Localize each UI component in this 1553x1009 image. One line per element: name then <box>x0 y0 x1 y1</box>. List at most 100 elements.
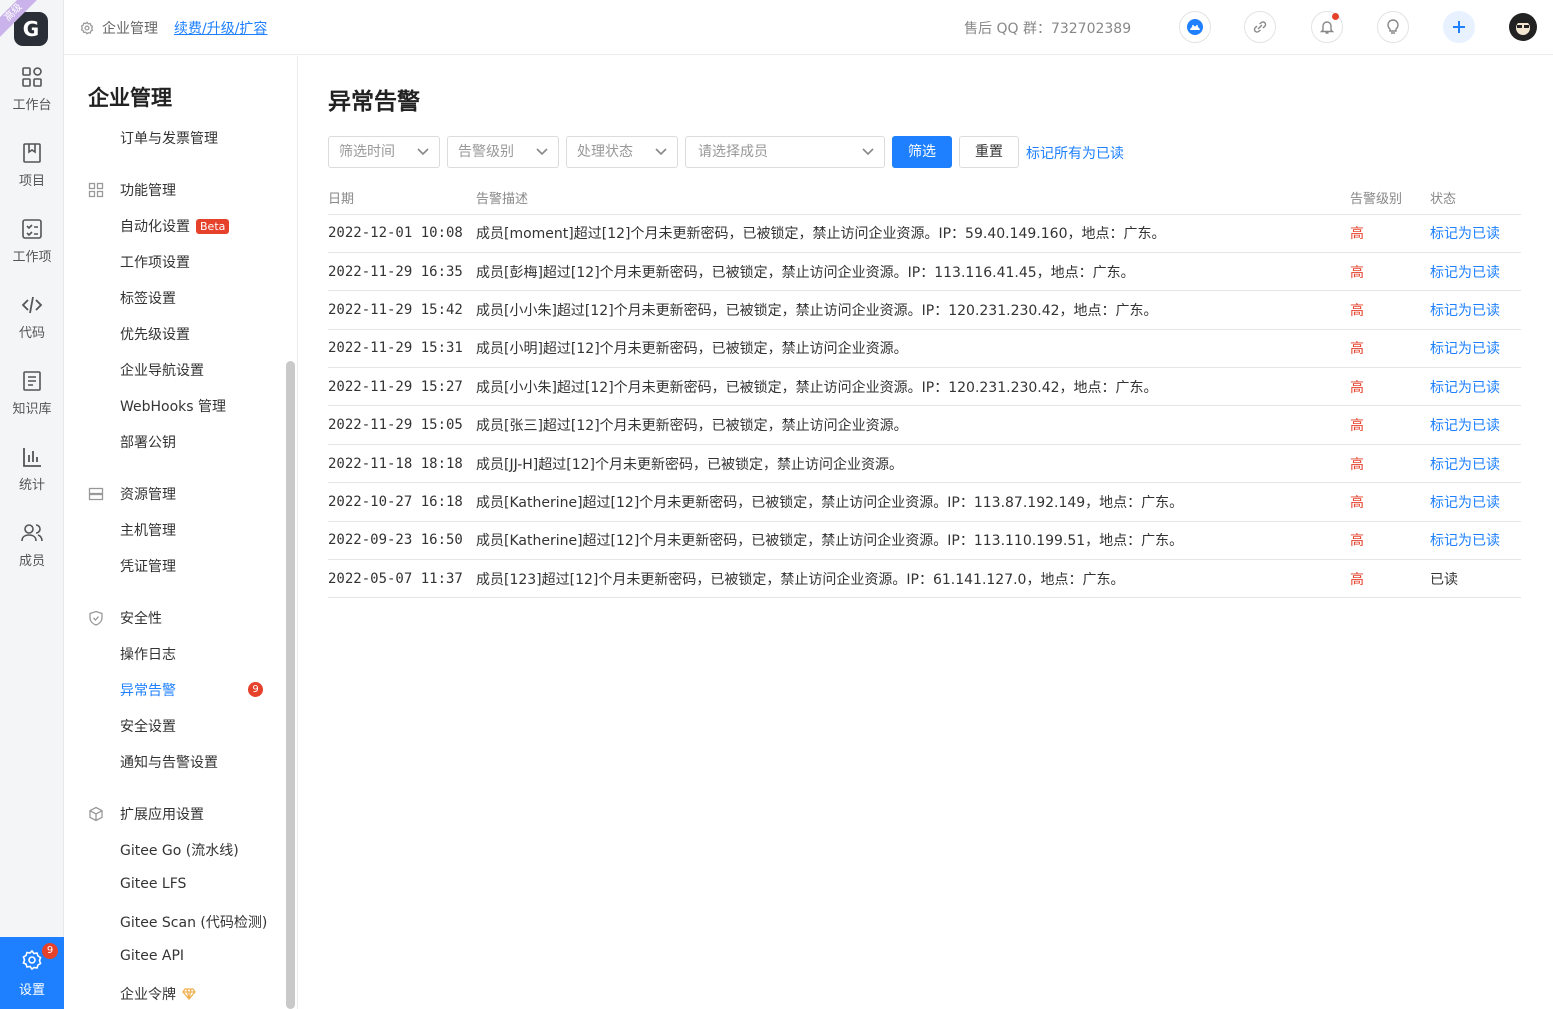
assistant-button[interactable] <box>1179 11 1211 43</box>
sidebar-item-security-settings[interactable]: 安全设置 <box>120 716 176 736</box>
rail-label: 项目 <box>18 174 45 189</box>
filter-button[interactable]: 筛选 <box>892 136 952 168</box>
alerts-table: 日期 告警描述 告警级别 状态 2022-12-01 10:08 成员[mome… <box>328 182 1521 599</box>
sidebar-item-hosts[interactable]: 主机管理 <box>120 520 176 540</box>
chevron-down-icon <box>536 148 548 156</box>
table-row: 2022-12-01 10:08 成员[moment]超过[12]个月未更新密码… <box>328 214 1521 253</box>
sidebar-item-op-logs[interactable]: 操作日志 <box>120 644 176 664</box>
table-row: 2022-11-18 18:18 成员[JJ-H]超过[12]个月未更新密码，已… <box>328 444 1521 484</box>
mark-read-link[interactable]: 标记为已读 <box>1430 367 1521 407</box>
table-row: 2022-05-07 11:37 成员[123]超过[12]个月未更新密码，已被… <box>328 559 1521 599</box>
sidebar-item-navigation[interactable]: 企业导航设置 <box>120 360 204 380</box>
rail-item-workbench[interactable]: 工作台 <box>0 66 64 126</box>
rail-label: 知识库 <box>12 402 52 417</box>
upgrade-link[interactable]: 续费/升级/扩容 <box>174 18 267 38</box>
gear-icon <box>80 21 94 35</box>
time-filter-select[interactable]: 筛选时间 <box>328 136 440 168</box>
chevron-down-icon <box>862 148 874 156</box>
alert-description: 成员[小小朱]超过[12]个月未更新密码，已被锁定，禁止访问企业资源。IP：12… <box>476 367 1350 407</box>
alert-date: 2022-11-29 15:31 <box>328 329 476 369</box>
sidebar-item-deploy-keys[interactable]: 部署公钥 <box>120 432 176 452</box>
mark-read-link[interactable]: 标记为已读 <box>1430 290 1521 330</box>
mark-read-link[interactable]: 标记为已读 <box>1430 252 1521 292</box>
sidebar-item-label: 企业令牌 <box>120 987 176 1003</box>
alert-level: 高 <box>1350 482 1430 522</box>
sidebar-item-notify[interactable]: 通知与告警设置 <box>120 752 218 772</box>
bar-chart-icon <box>23 448 41 467</box>
beta-badge: Beta <box>196 218 230 234</box>
sidebar-group-resources[interactable]: 资源管理 <box>88 484 176 504</box>
sidebar-item-workitem[interactable]: 工作项设置 <box>120 252 190 272</box>
rail-label: 工作项 <box>12 250 52 265</box>
gear-icon <box>22 949 42 971</box>
table-row: 2022-11-29 15:27 成员[小小朱]超过[12]个月未更新密码，已被… <box>328 367 1521 407</box>
notifications-button[interactable] <box>1311 11 1343 43</box>
sidebar-item-labels[interactable]: 标签设置 <box>120 288 176 308</box>
column-header-desc: 告警描述 <box>476 182 1350 215</box>
mark-read-link[interactable]: 标记为已读 <box>1430 521 1521 561</box>
sidebar-item-orders[interactable]: 订单与发票管理 <box>120 128 218 148</box>
rail-item-workitems[interactable]: 工作项 <box>0 218 64 278</box>
breadcrumb: 企业管理 续费/升级/扩容 <box>80 18 267 38</box>
rail-item-wiki[interactable]: 知识库 <box>0 370 64 430</box>
sidebar-item-automation[interactable]: 自动化设置 Beta <box>120 216 230 236</box>
rail-item-settings[interactable]: 设置 9 <box>0 937 64 1009</box>
link-button[interactable] <box>1244 11 1276 43</box>
sidebar-item-webhooks[interactable]: WebHooks 管理 <box>120 396 226 416</box>
code-icon <box>21 296 43 314</box>
create-button[interactable] <box>1443 11 1475 43</box>
sidebar-group-features[interactable]: 功能管理 <box>88 180 176 200</box>
alert-level: 高 <box>1350 290 1430 330</box>
reset-button[interactable]: 重置 <box>959 136 1019 168</box>
mark-read-link[interactable]: 标记为已读 <box>1430 329 1521 369</box>
chevron-down-icon <box>655 148 667 156</box>
rail-item-projects[interactable]: 项目 <box>0 142 64 202</box>
level-filter-select[interactable]: 告警级别 <box>447 136 559 168</box>
sidebar-item-alerts[interactable]: 异常告警 <box>120 680 176 700</box>
mark-read-link[interactable]: 标记为已读 <box>1430 405 1521 445</box>
lightbulb-icon <box>1387 19 1399 34</box>
sidebar-item-credentials[interactable]: 凭证管理 <box>120 556 176 576</box>
sidebar-item-token[interactable]: 企业令牌 <box>120 984 196 1004</box>
group-label: 功能管理 <box>120 183 176 199</box>
rail-item-code[interactable]: 代码 <box>0 294 64 354</box>
alert-level: 高 <box>1350 252 1430 292</box>
alert-description: 成员[Katherine]超过[12]个月未更新密码，已被锁定，禁止访问企业资源… <box>476 482 1350 522</box>
page-title: 异常告警 <box>328 89 420 115</box>
left-rail: G 高级 工作台 项目 工作项 代码 知识库 统计 成员 设置 9 <box>0 0 64 1009</box>
settings-sidebar: 企业管理 订单与发票管理 功能管理 自动化设置 Beta 工作项设置 标签设置 … <box>64 56 298 1009</box>
alert-date: 2022-09-23 16:50 <box>328 521 476 561</box>
rail-item-members[interactable]: 成员 <box>0 522 64 582</box>
sidebar-item-gitee-lfs[interactable]: Gitee LFS <box>120 876 186 892</box>
status-filter-select[interactable]: 处理状态 <box>566 136 678 168</box>
alert-description: 成员[moment]超过[12]个月未更新密码，已被锁定，禁止访问企业资源。IP… <box>476 214 1350 253</box>
server-icon <box>88 487 104 501</box>
rail-label: 设置 <box>18 983 45 998</box>
column-header-level: 告警级别 <box>1350 182 1430 215</box>
member-filter-select[interactable]: 请选择成员 <box>685 136 885 168</box>
mark-read-link[interactable]: 标记为已读 <box>1430 444 1521 484</box>
sidebar-item-priority[interactable]: 优先级设置 <box>120 324 190 344</box>
mark-read-link[interactable]: 标记为已读 <box>1430 482 1521 522</box>
rail-item-stats[interactable]: 统计 <box>0 446 64 506</box>
select-placeholder: 告警级别 <box>458 144 514 160</box>
breadcrumb-current: 企业管理 <box>102 21 158 37</box>
alert-level: 高 <box>1350 444 1430 484</box>
sidebar-scroll[interactable]: 订单与发票管理 功能管理 自动化设置 Beta 工作项设置 标签设置 优先级设置… <box>64 122 286 1009</box>
mark-all-read-link[interactable]: 标记所有为已读 <box>1026 143 1124 163</box>
user-avatar[interactable] <box>1509 13 1537 41</box>
table-row: 2022-11-29 16:35 成员[彭梅]超过[12]个月未更新密码，已被锁… <box>328 252 1521 292</box>
alert-description: 成员[张三]超过[12]个月未更新密码，已被锁定，禁止访问企业资源。 <box>476 405 1350 445</box>
plus-icon <box>1453 21 1465 33</box>
sidebar-group-extensions[interactable]: 扩展应用设置 <box>88 804 204 824</box>
sidebar-item-gitee-go[interactable]: Gitee Go (流水线) <box>120 840 239 860</box>
sidebar-scrollbar[interactable] <box>286 361 295 1009</box>
sidebar-item-gitee-api[interactable]: Gitee API <box>120 948 184 964</box>
sidebar-item-gitee-scan[interactable]: Gitee Scan (代码检测) <box>120 912 267 932</box>
sidebar-group-security[interactable]: 安全性 <box>88 608 162 628</box>
diamond-icon <box>182 988 196 1000</box>
chevron-down-icon <box>417 148 429 156</box>
tips-button[interactable] <box>1377 11 1409 43</box>
mark-read-link[interactable]: 标记为已读 <box>1430 214 1521 253</box>
alert-description: 成员[JJ-H]超过[12]个月未更新密码，已被锁定，禁止访问企业资源。 <box>476 444 1350 484</box>
